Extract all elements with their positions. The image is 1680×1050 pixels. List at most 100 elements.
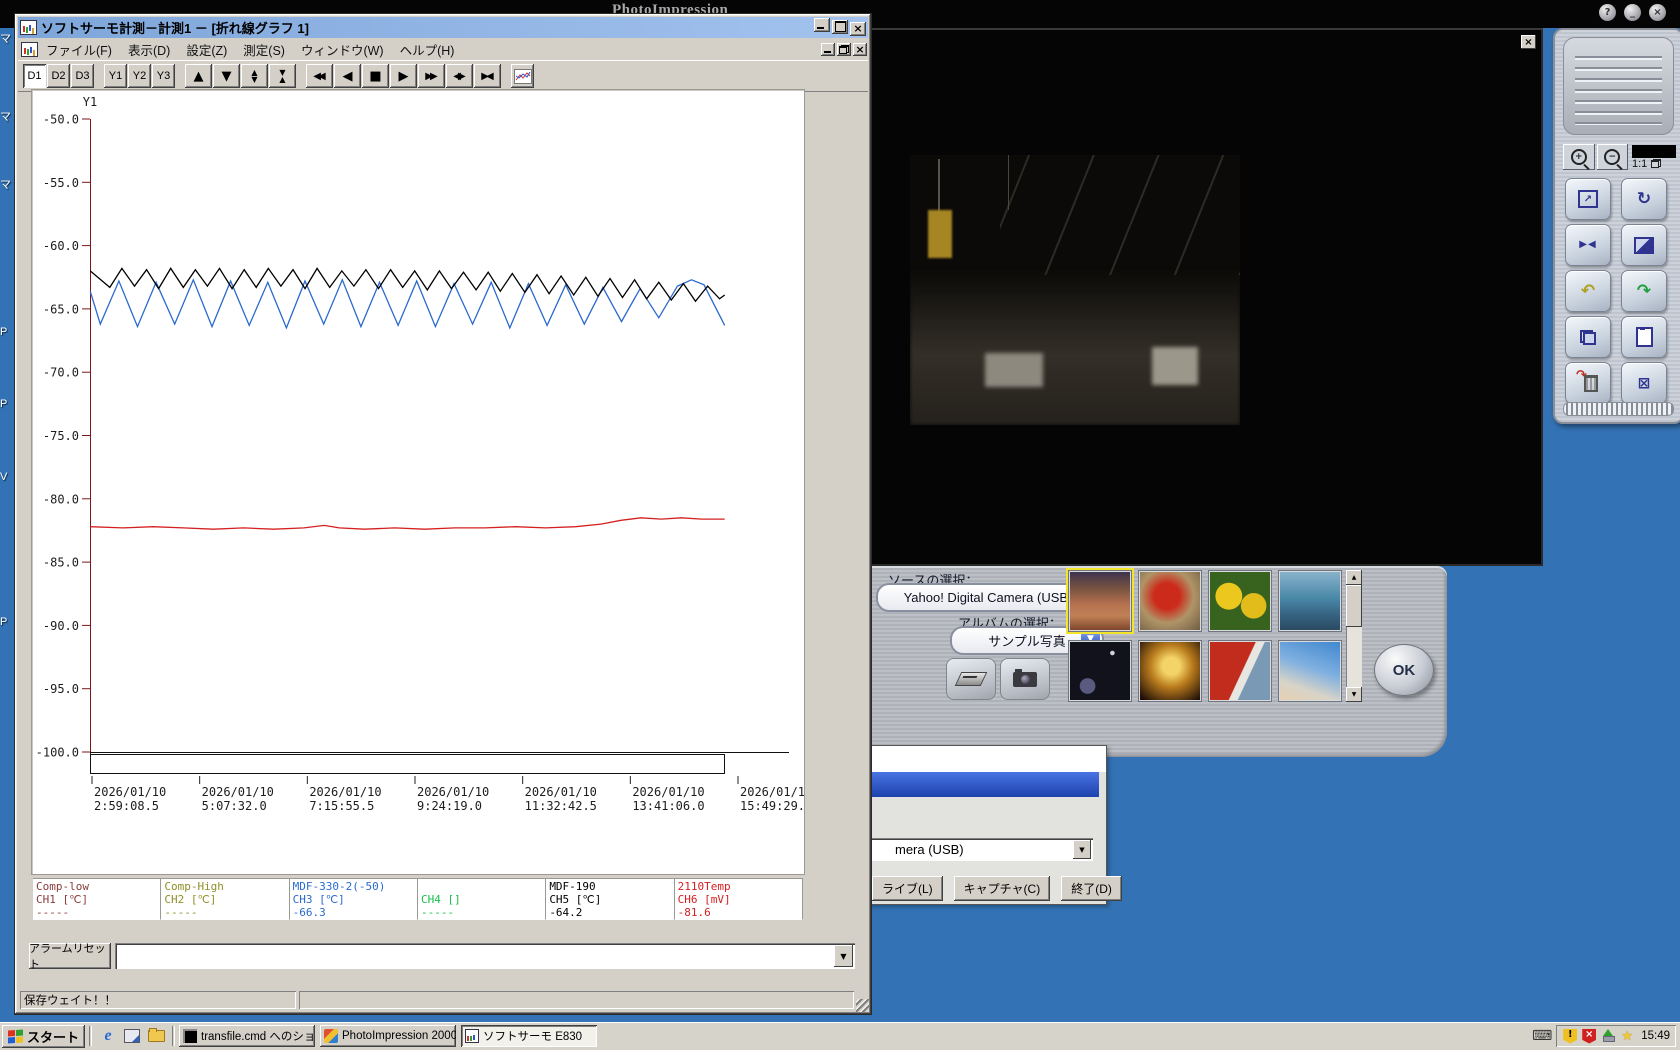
twain-button-0[interactable]: ライブ(L) xyxy=(872,876,943,901)
step-forward-button[interactable]: ▶ xyxy=(390,64,417,88)
toggle-y3[interactable]: Y3 xyxy=(152,64,175,88)
scroll-down-icon[interactable]: ▼ xyxy=(1346,687,1362,702)
chevron-down-icon[interactable]: ▼ xyxy=(834,945,853,967)
rewind-button[interactable]: ◀◀ xyxy=(306,64,333,88)
desktop-icon-fragment[interactable]: マ xyxy=(0,108,12,124)
tray-safely-remove[interactable] xyxy=(1600,1028,1616,1044)
quick-launch-show-desktop[interactable] xyxy=(122,1026,142,1046)
collapse-vertical-button[interactable]: ▼ ▲ xyxy=(269,64,296,88)
minimize-button[interactable] xyxy=(821,43,835,56)
camera-source-button[interactable] xyxy=(1000,658,1050,700)
menu-item-0[interactable]: ファイル(F) xyxy=(38,38,120,61)
mdi-child-icon[interactable] xyxy=(21,42,38,57)
scrollbar-thumb[interactable] xyxy=(1346,585,1362,627)
task-button-cmd[interactable]: transfile.cmd へのショート... xyxy=(179,1025,316,1047)
resize-button[interactable]: ↗ xyxy=(1565,178,1611,220)
rotate-button[interactable]: ↻ xyxy=(1621,178,1667,220)
palette-grip[interactable] xyxy=(1563,37,1674,135)
twain-dialog-titlebar[interactable] xyxy=(846,772,1099,797)
task-button-softthermo[interactable]: ソフトサーモ E830 xyxy=(461,1025,598,1047)
restore-button[interactable] xyxy=(837,43,851,56)
redo-button[interactable]: ↷ xyxy=(1621,270,1667,312)
menu-item-3[interactable]: 測定(S) xyxy=(235,38,293,61)
toggle-d1[interactable]: D1 xyxy=(23,64,46,88)
alarm-message-dropdown[interactable]: ▼ xyxy=(115,943,855,969)
toggle-y1[interactable]: Y1 xyxy=(104,64,127,88)
softthermo-titlebar[interactable]: ソフトサーモ計測－計測1 － [折れ線グラフ 1] × xyxy=(18,17,868,38)
chevron-down-icon[interactable]: ▼ xyxy=(1073,840,1091,859)
paste-button[interactable] xyxy=(1621,316,1667,358)
collapse-horizontal-button[interactable]: ▶◀ xyxy=(474,64,501,88)
thumbnail-ship-bow[interactable] xyxy=(1208,640,1272,702)
scroll-up-icon[interactable]: ▲ xyxy=(1346,570,1362,585)
desktop-icon-fragment[interactable]: P xyxy=(0,326,12,338)
desktop-icon-fragment[interactable]: マ xyxy=(0,30,12,46)
ime-keyboard-icon[interactable]: ⌨ xyxy=(1532,1028,1552,1044)
desktop-icon-fragment[interactable]: P xyxy=(0,616,12,628)
ok-button[interactable]: OK xyxy=(1374,644,1434,696)
flip-horizontal-button[interactable]: ▶◀ xyxy=(1565,224,1611,266)
fit-window-icon[interactable] xyxy=(1651,159,1662,168)
scanner-source-button[interactable] xyxy=(946,658,996,700)
menu-item-5[interactable]: ヘルプ(H) xyxy=(392,38,463,61)
help-button[interactable]: ? xyxy=(1599,4,1616,21)
zoom-in-button[interactable]: + xyxy=(1563,144,1595,170)
thumbnail-cardinal-bird[interactable] xyxy=(1138,570,1202,632)
twain-device-dropdown[interactable]: mera (USB) ▼ xyxy=(855,838,1093,861)
thumbnail-rock-spires[interactable] xyxy=(1066,568,1134,634)
toggle-d2[interactable]: D2 xyxy=(47,64,70,88)
thumbnail-harbor-boats[interactable] xyxy=(1278,570,1342,632)
twain-button-1[interactable]: キャプチャ(C) xyxy=(953,876,1051,901)
tray-alert-shield[interactable]: ! xyxy=(1562,1028,1578,1044)
thumbnail-scrollbar[interactable]: ▲ ▼ xyxy=(1346,570,1362,702)
quick-launch-folder[interactable] xyxy=(146,1026,166,1046)
tray-favorites-star[interactable]: ★ xyxy=(1619,1028,1635,1044)
maximize-button[interactable] xyxy=(832,19,848,34)
copy-button[interactable] xyxy=(1565,316,1611,358)
flip-horizontal-icon: ▶◀ xyxy=(1579,239,1597,250)
expand-horizontal-button[interactable]: ◀▶ xyxy=(446,64,473,88)
desktop-icon-fragment[interactable]: V xyxy=(0,471,12,483)
thumbnail-yellow-flowers[interactable] xyxy=(1208,570,1272,632)
menu-item-4[interactable]: ウィンドウ(W) xyxy=(293,38,392,61)
undo-button[interactable]: ↶ xyxy=(1565,270,1611,312)
toggle-y2[interactable]: Y2 xyxy=(128,64,151,88)
minimize-button[interactable]: _ xyxy=(1624,4,1641,21)
window-buttons: × xyxy=(812,18,866,37)
thumbnail-sky-clouds[interactable] xyxy=(1278,640,1342,702)
fast-forward-button[interactable]: ▶▶ xyxy=(418,64,445,88)
source-select-dropdown[interactable]: Yahoo! Digital Camera (USB) ▼ xyxy=(876,583,1100,612)
close-button[interactable]: × xyxy=(853,43,867,56)
zoom-out-button[interactable]: − xyxy=(1596,144,1628,170)
scroll-up-button[interactable]: ▲ xyxy=(185,64,212,88)
scroll-down-button[interactable]: ▼ xyxy=(213,64,240,88)
thumbnail-night-city[interactable] xyxy=(1068,640,1132,702)
close-image-button[interactable]: ⊠ xyxy=(1621,362,1667,404)
resize-grip[interactable] xyxy=(856,999,869,1012)
palette-buttons: ↗ ↻ ▶◀ ↶ ↷ ↷ ⊠ xyxy=(1565,178,1667,404)
close-button[interactable]: × xyxy=(850,22,866,36)
menu-item-2[interactable]: 設定(Z) xyxy=(178,38,235,61)
viewer-close-icon[interactable]: × xyxy=(1521,35,1536,49)
graph-settings-button[interactable] xyxy=(511,64,534,88)
start-button[interactable]: スタート xyxy=(2,1024,86,1048)
toggle-d3[interactable]: D3 xyxy=(71,64,94,88)
close-button[interactable]: × xyxy=(1649,4,1666,21)
twain-button-2[interactable]: 終了(D) xyxy=(1061,876,1122,901)
task-button-photoimpression[interactable]: PhotoImpression 2000 xyxy=(320,1025,457,1047)
alarm-reset-button[interactable]: アラームリセット xyxy=(29,943,111,971)
menu-item-1[interactable]: 表示(D) xyxy=(120,38,178,61)
photoimpression-icon xyxy=(324,1029,339,1043)
minimize-button[interactable] xyxy=(814,18,830,32)
stop-button[interactable]: ■ xyxy=(362,64,389,88)
desktop-icon-fragment[interactable]: マ xyxy=(0,176,12,192)
quick-launch-internet-explorer[interactable]: e xyxy=(98,1026,118,1046)
palette-bottom-grip[interactable] xyxy=(1563,402,1674,416)
desktop-icon-fragment[interactable]: P xyxy=(0,398,12,410)
step-back-button[interactable]: ◀ xyxy=(334,64,361,88)
crop-rotate-button[interactable] xyxy=(1621,224,1667,266)
thumbnail-gold-light-swirl[interactable] xyxy=(1138,640,1202,702)
expand-vertical-button[interactable]: ▲ ▼ xyxy=(241,64,268,88)
delete-button[interactable]: ↷ xyxy=(1565,362,1611,404)
tray-error-shield[interactable]: × xyxy=(1581,1028,1597,1044)
